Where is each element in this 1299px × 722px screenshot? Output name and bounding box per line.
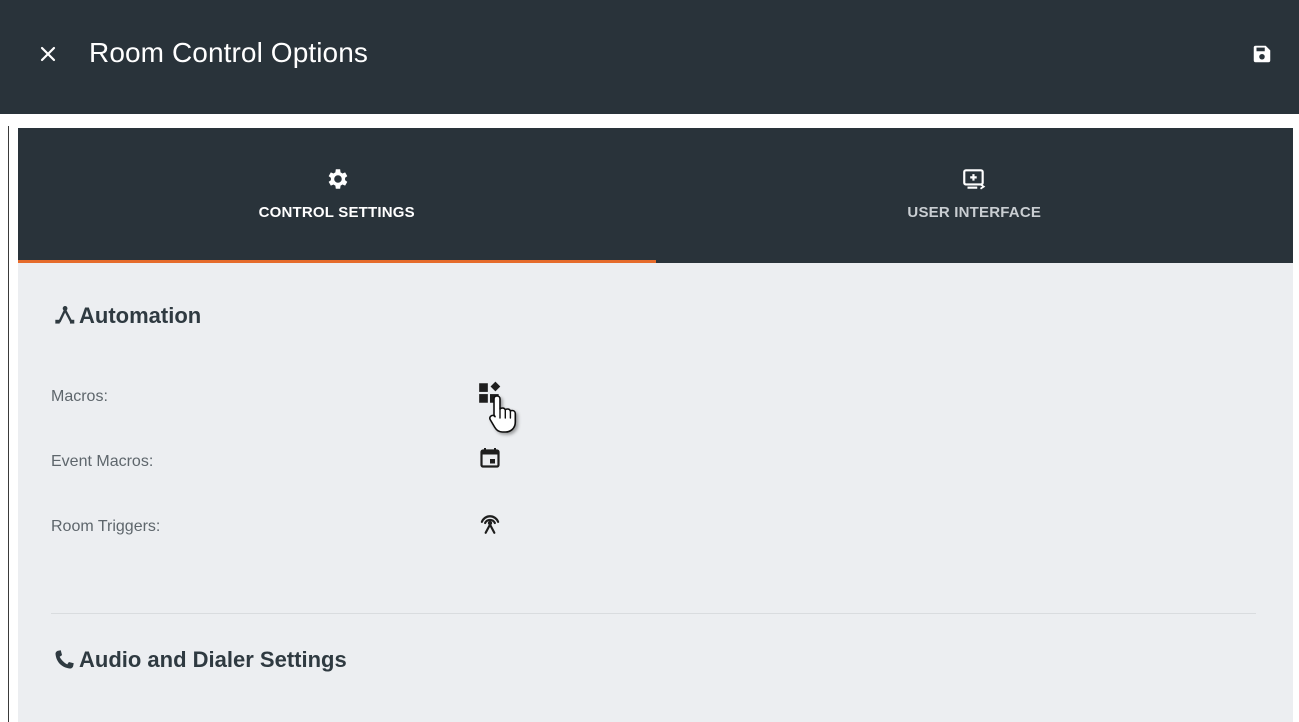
room-triggers-button[interactable] bbox=[474, 507, 506, 539]
audio-dialer-section-title: Audio and Dialer Settings bbox=[51, 647, 347, 673]
control-settings-panel: Automation Macros: Event Macros: Room Tr… bbox=[18, 263, 1293, 722]
calendar-event-icon bbox=[480, 448, 500, 468]
save-button[interactable] bbox=[1244, 36, 1280, 72]
phone-icon bbox=[55, 650, 74, 669]
gear-icon bbox=[328, 169, 348, 189]
close-button[interactable] bbox=[28, 34, 68, 74]
close-icon bbox=[40, 46, 56, 62]
tab-control-settings[interactable]: CONTROL SETTINGS bbox=[18, 128, 656, 263]
room-triggers-label: Room Triggers: bbox=[51, 518, 161, 535]
room-control-options-dialog: Room Control Options CONTROL SETTINGS US… bbox=[0, 0, 1299, 722]
widgets-icon bbox=[479, 381, 501, 403]
page-title: Room Control Options bbox=[89, 37, 369, 68]
event-macros-button[interactable] bbox=[474, 442, 506, 474]
frame-border bbox=[8, 126, 9, 722]
tab-bar: CONTROL SETTINGS USER INTERFACE bbox=[18, 128, 1293, 263]
section-title-text: Automation bbox=[79, 303, 202, 328]
automation-fork-icon bbox=[55, 306, 75, 324]
tab-user-interface[interactable]: USER INTERFACE bbox=[656, 128, 1294, 263]
section-divider bbox=[51, 613, 1256, 614]
section-title-text: Audio and Dialer Settings bbox=[79, 647, 347, 672]
automation-section-title: Automation bbox=[51, 303, 201, 329]
tab-label: USER INTERFACE bbox=[907, 204, 1042, 221]
macros-label: Macros: bbox=[51, 388, 108, 405]
app-bar: Room Control Options bbox=[0, 0, 1299, 114]
event-macros-label: Event Macros: bbox=[51, 453, 154, 470]
macros-button[interactable] bbox=[474, 377, 506, 409]
floppy-disk-icon bbox=[1253, 45, 1271, 63]
antenna-icon bbox=[480, 515, 500, 534]
screen-add-icon bbox=[963, 169, 986, 190]
tab-label: CONTROL SETTINGS bbox=[258, 204, 415, 221]
